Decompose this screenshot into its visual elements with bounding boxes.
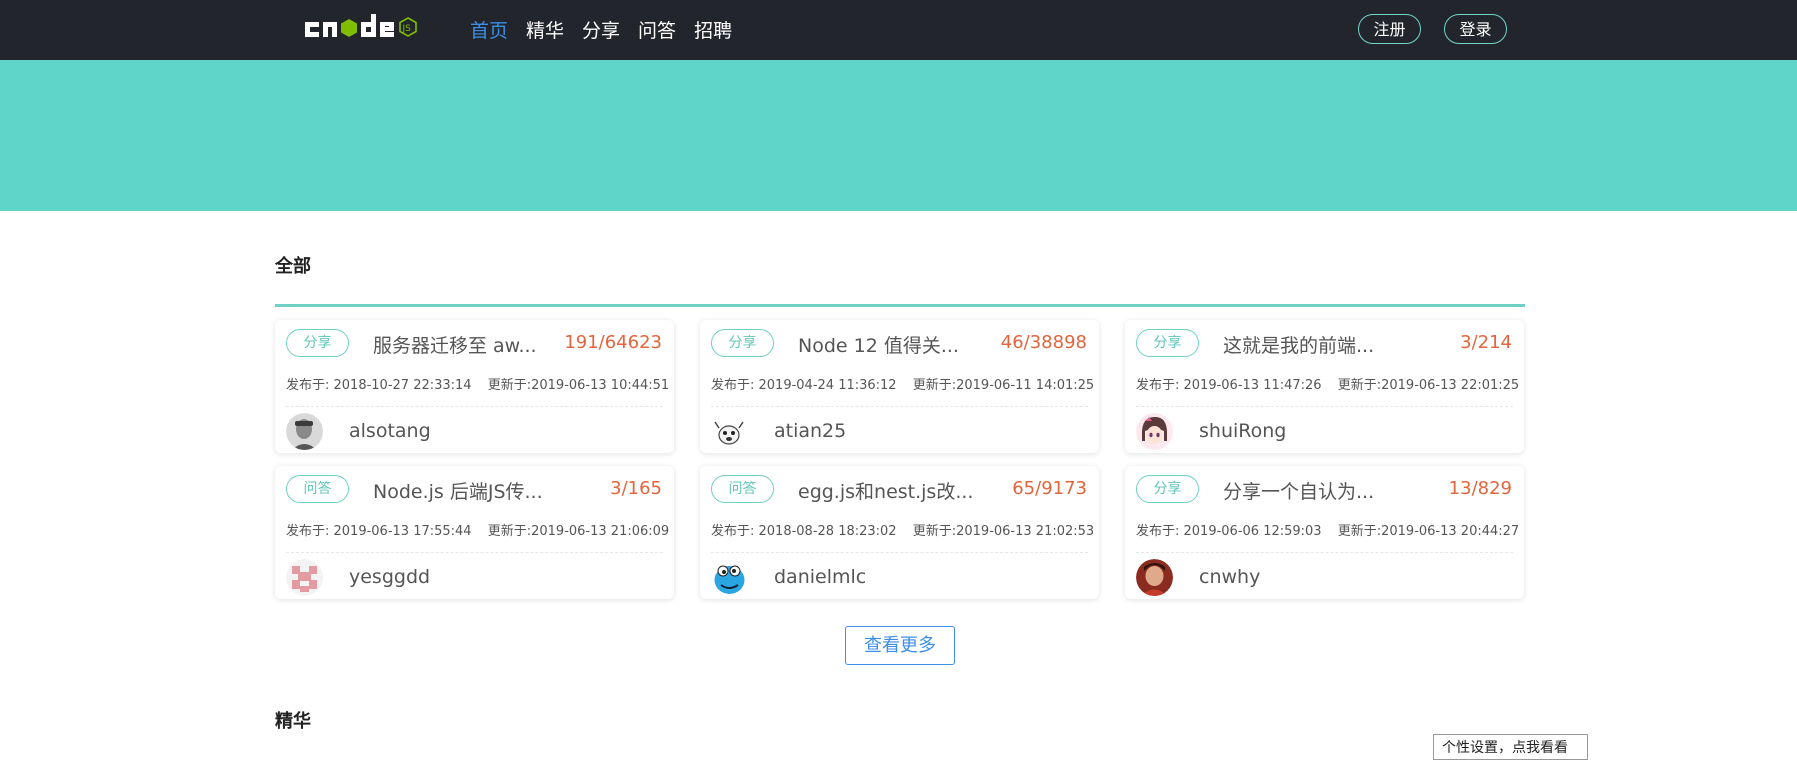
card-divider xyxy=(1136,406,1513,407)
topic-tag[interactable]: 分享 xyxy=(1136,329,1199,357)
reply-view-count: 65/9173 xyxy=(1012,478,1087,499)
topic-title[interactable]: 服务器迁移至 aw... xyxy=(373,331,563,358)
author-name[interactable]: cnwhy xyxy=(1199,566,1260,588)
nav-item-ask[interactable]: 问答 xyxy=(638,19,676,43)
card-divider xyxy=(286,552,663,553)
updated-date: 更新于:2019-06-13 21:06:09 xyxy=(487,524,670,539)
section-divider xyxy=(275,304,1525,307)
login-button[interactable]: 登录 xyxy=(1444,14,1507,44)
nav-item-job[interactable]: 招聘 xyxy=(694,19,732,43)
avatar-identicon-icon[interactable] xyxy=(286,559,323,596)
view-more-button[interactable]: 查看更多 xyxy=(845,626,955,665)
reply-view-count: 13/829 xyxy=(1448,478,1512,499)
topic-card[interactable]: 分享 这就是我的前端... 3/214 发布于: 2019-06-13 11:4… xyxy=(1125,320,1524,453)
topic-grid: 分享 服务器迁移至 aw... 191/64623 发布于: 2018-10-2… xyxy=(275,320,1525,600)
updated-date: 更新于:2019-06-13 10:44:51 xyxy=(487,378,670,393)
nav-item-share[interactable]: 分享 xyxy=(582,19,620,43)
topic-tag[interactable]: 分享 xyxy=(711,329,774,357)
updated-date: 更新于:2019-06-13 22:01:25 xyxy=(1337,378,1520,393)
topic-card[interactable]: 分享 Node 12 值得关... 46/38898 发布于: 2019-04-… xyxy=(700,320,1099,453)
top-navbar: JS 首页 精华 分享 问答 招聘 注册 登录 xyxy=(0,0,1797,60)
created-date: 发布于: 2019-06-13 11:47:26 xyxy=(1136,378,1322,393)
topic-dates: 发布于: 2018-10-27 22:33:14 更新于:2019-06-13 … xyxy=(286,374,669,393)
avatar-cartoon-icon[interactable] xyxy=(711,413,748,450)
created-date: 发布于: 2019-06-13 17:55:44 xyxy=(286,524,472,539)
cnode-logo-icon[interactable]: JS xyxy=(303,8,441,44)
updated-date: 更新于:2019-06-13 21:02:53 xyxy=(912,524,1095,539)
card-divider xyxy=(711,406,1088,407)
avatar-monster-icon[interactable] xyxy=(711,559,748,596)
author-name[interactable]: shuiRong xyxy=(1199,420,1286,442)
author-name[interactable]: danielmlc xyxy=(774,566,866,588)
topic-title[interactable]: 分享一个自认为... xyxy=(1223,477,1413,504)
topic-dates: 发布于: 2018-08-28 18:23:02 更新于:2019-06-13 … xyxy=(711,520,1094,539)
author-name[interactable]: yesggdd xyxy=(349,566,430,588)
created-date: 发布于: 2018-10-27 22:33:14 xyxy=(286,378,472,393)
topic-tag[interactable]: 分享 xyxy=(286,329,349,357)
topic-dates: 发布于: 2019-06-13 11:47:26 更新于:2019-06-13 … xyxy=(1136,374,1519,393)
topic-dates: 发布于: 2019-04-24 11:36:12 更新于:2019-06-11 … xyxy=(711,374,1094,393)
created-date: 发布于: 2019-04-24 11:36:12 xyxy=(711,378,897,393)
topic-card[interactable]: 问答 Node.js 后端JS传... 3/165 发布于: 2019-06-1… xyxy=(275,466,674,599)
topic-dates: 发布于: 2019-06-06 12:59:03 更新于:2019-06-13 … xyxy=(1136,520,1519,539)
created-date: 发布于: 2018-08-28 18:23:02 xyxy=(711,524,897,539)
topic-card[interactable]: 分享 分享一个自认为... 13/829 发布于: 2019-06-06 12:… xyxy=(1125,466,1524,599)
topic-card[interactable]: 分享 服务器迁移至 aw... 191/64623 发布于: 2018-10-2… xyxy=(275,320,674,453)
topic-title[interactable]: Node.js 后端JS传... xyxy=(373,477,563,504)
card-divider xyxy=(711,552,1088,553)
reply-view-count: 3/214 xyxy=(1460,332,1512,353)
nav-item-home[interactable]: 首页 xyxy=(470,19,508,43)
nav-item-good[interactable]: 精华 xyxy=(526,19,564,43)
card-divider xyxy=(286,406,663,407)
main-nav: 首页 精华 分享 问答 招聘 xyxy=(470,19,732,43)
svg-text:JS: JS xyxy=(402,24,412,34)
updated-date: 更新于:2019-06-13 20:44:27 xyxy=(1337,524,1520,539)
topic-tag[interactable]: 问答 xyxy=(711,475,774,503)
topic-tag[interactable]: 问答 xyxy=(286,475,349,503)
created-date: 发布于: 2019-06-06 12:59:03 xyxy=(1136,524,1322,539)
register-button[interactable]: 注册 xyxy=(1358,14,1421,44)
topic-title[interactable]: egg.js和nest.js改... xyxy=(798,477,988,504)
hero-banner xyxy=(0,60,1797,211)
card-divider xyxy=(1136,552,1513,553)
section-title-good: 精华 xyxy=(275,711,311,732)
avatar-portrait-icon[interactable] xyxy=(1136,559,1173,596)
reply-view-count: 191/64623 xyxy=(564,332,662,353)
topic-tag[interactable]: 分享 xyxy=(1136,475,1199,503)
settings-tooltip[interactable]: 个性设置，点我看看 xyxy=(1433,734,1588,760)
author-name[interactable]: alsotang xyxy=(349,420,431,442)
updated-date: 更新于:2019-06-11 14:01:25 xyxy=(912,378,1095,393)
section-title-all: 全部 xyxy=(275,256,311,277)
topic-card[interactable]: 问答 egg.js和nest.js改... 65/9173 发布于: 2018-… xyxy=(700,466,1099,599)
avatar-anime-icon[interactable] xyxy=(1136,413,1173,450)
author-name[interactable]: atian25 xyxy=(774,420,846,442)
reply-view-count: 46/38898 xyxy=(1000,332,1087,353)
topic-title[interactable]: 这就是我的前端... xyxy=(1223,331,1413,358)
topic-dates: 发布于: 2019-06-13 17:55:44 更新于:2019-06-13 … xyxy=(286,520,669,539)
avatar-photo-icon[interactable] xyxy=(286,413,323,450)
topic-title[interactable]: Node 12 值得关... xyxy=(798,331,988,358)
reply-view-count: 3/165 xyxy=(610,478,662,499)
